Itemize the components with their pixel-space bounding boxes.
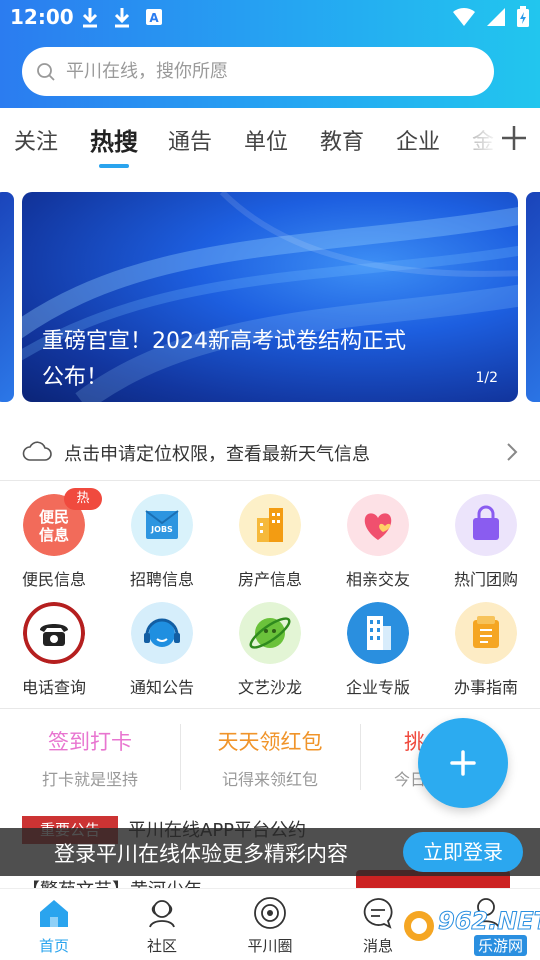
home-icon bbox=[40, 900, 68, 927]
grid-label: 招聘信息 bbox=[129, 570, 194, 589]
login-prompt-bar: 登录平川在线体验更多精彩内容 立即登录 bbox=[0, 828, 540, 876]
grid-label: 办事指南 bbox=[453, 678, 518, 697]
login-button[interactable]: 立即登录 bbox=[403, 832, 523, 872]
office-building-icon bbox=[347, 602, 409, 664]
svg-text:便民: 便民 bbox=[39, 508, 69, 526]
status-system bbox=[452, 6, 530, 28]
search-input[interactable] bbox=[66, 61, 466, 82]
banner-next-slide[interactable] bbox=[526, 192, 540, 402]
svg-text:A: A bbox=[149, 11, 159, 25]
create-post-button[interactable] bbox=[418, 718, 508, 808]
heart-icon bbox=[347, 494, 409, 556]
download-icon bbox=[82, 8, 98, 28]
task-subtitle: 打卡就是坚持 bbox=[41, 770, 138, 789]
grid-label: 通知公告 bbox=[129, 678, 194, 697]
grid-item-service-guide[interactable]: 办事指南 bbox=[432, 602, 540, 702]
message-icon bbox=[363, 898, 393, 929]
text-notification-icon: A bbox=[146, 9, 162, 25]
nav-home[interactable]: 首页 bbox=[0, 889, 108, 960]
grid-item-jobs[interactable]: JOBS 招聘信息 bbox=[108, 494, 216, 594]
tab-notice[interactable]: 通告 bbox=[168, 124, 212, 156]
weather-row[interactable]: 点击申请定位权限，查看最新天气信息 bbox=[0, 424, 540, 480]
grid-label: 相亲交友 bbox=[345, 570, 410, 589]
watermark-text: 962.NET bbox=[437, 907, 540, 936]
status-time: 12:00 bbox=[10, 5, 74, 29]
active-tab-indicator bbox=[99, 164, 129, 168]
signal-icon bbox=[487, 8, 505, 26]
guide-icon bbox=[455, 602, 517, 664]
tab-unit[interactable]: 单位 bbox=[244, 124, 288, 156]
banner-prev-slide[interactable] bbox=[0, 192, 14, 402]
grid-label: 热门团购 bbox=[453, 570, 518, 589]
shopping-bag-icon bbox=[455, 494, 517, 556]
search-bar[interactable] bbox=[22, 47, 494, 96]
circle-icon bbox=[254, 897, 286, 929]
building-icon bbox=[239, 494, 301, 556]
grid-item-phone-lookup[interactable]: 电话查询 bbox=[0, 602, 108, 702]
grid-item-dating[interactable]: 相亲交友 bbox=[324, 494, 432, 594]
telephone-icon bbox=[23, 602, 85, 664]
grid-label: 房产信息 bbox=[237, 570, 302, 589]
header: 12:00 A bbox=[0, 0, 540, 108]
watermark-logo-icon bbox=[404, 911, 434, 941]
grid-item-enterprise[interactable]: 企业专版 bbox=[324, 602, 432, 702]
divider bbox=[0, 708, 540, 709]
grid-label: 便民信息 bbox=[21, 570, 86, 589]
tab-hot-search[interactable]: 热搜 bbox=[90, 122, 138, 157]
login-prompt-text: 登录平川在线体验更多精彩内容 bbox=[54, 842, 348, 866]
search-icon bbox=[37, 62, 55, 81]
jobs-icon: JOBS bbox=[131, 494, 193, 556]
svg-text:信息: 信息 bbox=[39, 526, 69, 544]
cloud-icon bbox=[22, 441, 52, 461]
task-checkin[interactable]: 签到打卡 打卡就是坚持 bbox=[0, 726, 180, 796]
wifi-icon bbox=[453, 7, 475, 26]
nav-label: 首页 bbox=[38, 937, 69, 955]
banner-carousel[interactable]: 重磅官宣！2024新高考试卷结构正式公布！ 1/2 bbox=[22, 192, 518, 402]
nav-label: 平川圈 bbox=[247, 937, 293, 955]
grid-label: 电话查询 bbox=[21, 678, 86, 697]
task-title: 签到打卡 bbox=[48, 730, 132, 754]
banner-counter: 1/2 bbox=[475, 370, 498, 386]
add-tab-icon[interactable] bbox=[498, 118, 530, 158]
grid-item-group-buy[interactable]: 热门团购 bbox=[432, 494, 540, 594]
nav-circle[interactable]: 平川圈 bbox=[216, 889, 324, 960]
battery-icon bbox=[517, 6, 529, 27]
tab-enterprise[interactable]: 企业 bbox=[396, 124, 440, 156]
nav-label: 社区 bbox=[146, 937, 177, 955]
tab-education[interactable]: 教育 bbox=[320, 124, 364, 156]
category-tabs: 关注 热搜 通告 单位 教育 企业 金 bbox=[0, 108, 540, 172]
grid-label: 企业专版 bbox=[345, 678, 410, 697]
hot-badge: 热 bbox=[64, 488, 102, 510]
tab-follow[interactable]: 关注 bbox=[14, 124, 58, 156]
divider bbox=[0, 480, 540, 481]
tab-fade bbox=[470, 108, 500, 172]
banner-title: 重磅官宣！2024新高考试卷结构正式公布！ bbox=[42, 329, 406, 390]
status-bar: 12:00 A bbox=[0, 0, 540, 36]
community-icon bbox=[149, 900, 175, 928]
grid-item-convenience[interactable]: 便民 信息 热 便民信息 bbox=[0, 488, 108, 594]
grid-item-real-estate[interactable]: 房产信息 bbox=[216, 494, 324, 594]
headset-icon bbox=[131, 602, 193, 664]
chevron-right-icon bbox=[507, 443, 518, 461]
nav-community[interactable]: 社区 bbox=[108, 889, 216, 960]
status-notifications: A bbox=[80, 6, 164, 28]
svg-text:JOBS: JOBS bbox=[150, 525, 173, 534]
download-icon bbox=[114, 8, 130, 28]
plus-icon bbox=[450, 750, 476, 776]
task-title: 天天领红包 bbox=[217, 730, 323, 754]
grid-item-notices[interactable]: 通知公告 bbox=[108, 602, 216, 702]
task-subtitle: 记得来领红包 bbox=[221, 770, 318, 789]
watermark: 962.NET 乐游网 bbox=[398, 905, 540, 957]
weather-prompt: 点击申请定位权限，查看最新天气信息 bbox=[64, 444, 370, 465]
grid-label: 文艺沙龙 bbox=[237, 678, 302, 697]
task-red-packet[interactable]: 天天领红包 记得来领红包 bbox=[180, 726, 360, 796]
grid-item-arts-salon[interactable]: 文艺沙龙 bbox=[216, 602, 324, 702]
watermark-subtext: 乐游网 bbox=[474, 935, 528, 956]
planet-icon bbox=[239, 602, 301, 664]
